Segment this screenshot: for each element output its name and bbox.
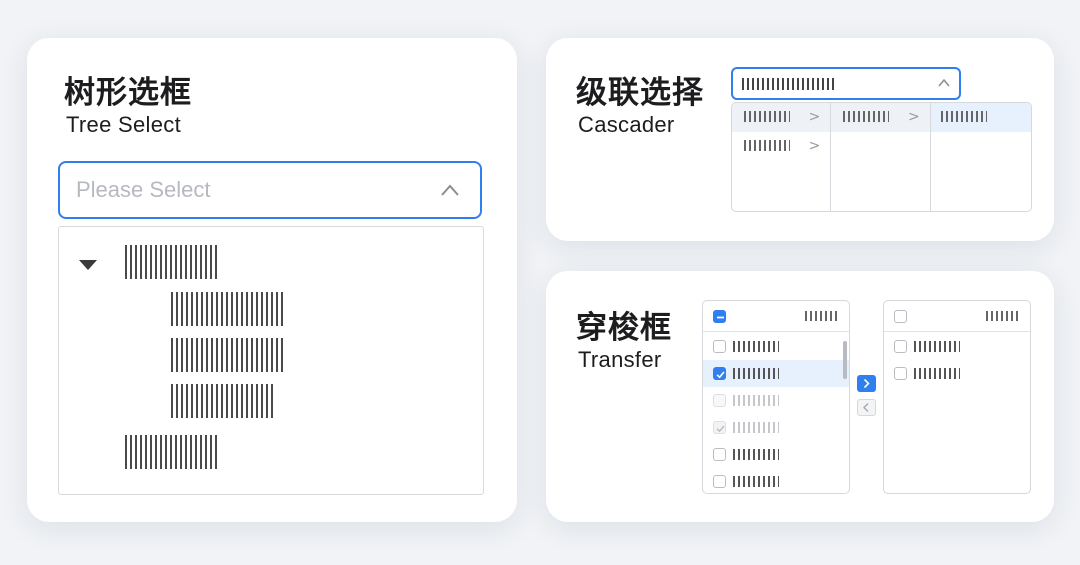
chevron-left-icon — [863, 403, 869, 412]
transfer-item-checked[interactable] — [703, 360, 849, 387]
cascader-option-label — [744, 140, 790, 151]
chevron-right-icon: > — [808, 138, 821, 154]
chevron-right-icon: > — [907, 109, 920, 125]
transfer-item-label — [733, 368, 779, 379]
transfer-source-panel — [702, 300, 850, 494]
transfer-item[interactable] — [884, 333, 1030, 360]
item-checkbox[interactable] — [894, 367, 907, 380]
transfer-item-label — [733, 341, 779, 352]
tree-node-child[interactable] — [171, 338, 284, 372]
cascader-option-selected[interactable] — [930, 103, 1031, 132]
cascader-column-1: > > — [732, 103, 832, 211]
cascader-option-label — [940, 111, 987, 122]
tree-node-parent[interactable] — [125, 245, 218, 279]
chevron-right-icon: > — [808, 109, 821, 125]
cascader-option-label — [843, 111, 890, 122]
item-checkbox[interactable] — [894, 340, 907, 353]
move-left-button[interactable] — [857, 399, 876, 416]
cascader-title: 级联选择 — [576, 75, 704, 111]
tree-node-sibling[interactable] — [125, 435, 218, 469]
transfer-target-count — [986, 311, 1018, 321]
item-checkbox[interactable] — [713, 340, 726, 353]
tree-select-card: 树形选框 Tree Select Please Select — [27, 38, 517, 522]
transfer-item-label — [733, 449, 779, 460]
select-all-checkbox[interactable] — [713, 310, 726, 323]
item-checkbox — [713, 421, 726, 434]
transfer-item[interactable] — [884, 360, 1030, 387]
transfer-item-label — [733, 395, 779, 406]
cascader-option[interactable]: > — [732, 132, 830, 161]
item-checkbox[interactable] — [713, 367, 726, 380]
cascader-option[interactable]: > — [732, 103, 831, 132]
cascader-option[interactable]: > — [831, 103, 930, 132]
tree-select-title: 树形选框 — [64, 75, 192, 111]
scrollbar[interactable] — [843, 341, 847, 379]
cascader-column-3 — [930, 103, 1031, 211]
cascader-column-2: > — [831, 103, 931, 211]
tree-dropdown — [58, 226, 484, 495]
transfer-target-panel — [883, 300, 1031, 494]
tree-select-input[interactable]: Please Select — [58, 161, 482, 219]
check-icon — [716, 425, 725, 433]
cascader-value — [742, 78, 836, 90]
transfer-source-header — [703, 301, 849, 332]
tree-select-placeholder: Please Select — [76, 177, 211, 202]
item-checkbox[interactable] — [713, 448, 726, 461]
cascader-subtitle: Cascader — [578, 112, 675, 137]
transfer-title: 穿梭框 — [576, 310, 672, 346]
tree-select-subtitle: Tree Select — [66, 112, 181, 137]
transfer-item[interactable] — [703, 441, 849, 468]
transfer-item-disabled — [703, 414, 849, 441]
transfer-source-count — [805, 311, 837, 321]
transfer-item-label — [733, 422, 779, 433]
tree-node-child[interactable] — [171, 292, 284, 326]
item-checkbox — [713, 394, 726, 407]
transfer-target-header — [884, 301, 1030, 332]
transfer-item-label — [914, 368, 960, 379]
transfer-item-label — [914, 341, 960, 352]
transfer-subtitle: Transfer — [578, 347, 662, 372]
minus-icon — [717, 316, 724, 319]
cascader-option-label — [744, 111, 790, 122]
transfer-item-label — [733, 476, 779, 487]
item-checkbox[interactable] — [713, 475, 726, 488]
caret-down-icon[interactable] — [79, 260, 97, 270]
chevron-up-icon[interactable] — [937, 76, 951, 90]
chevron-up-icon[interactable] — [440, 181, 460, 201]
chevron-right-icon — [863, 378, 870, 389]
move-right-button[interactable] — [857, 375, 876, 392]
cascader-input[interactable] — [731, 67, 961, 100]
transfer-card: 穿梭框 Transfer — [546, 271, 1054, 522]
check-icon — [716, 371, 725, 379]
tree-node-child[interactable] — [171, 384, 276, 418]
cascader-card: 级联选择 Cascader > > > — [546, 38, 1054, 241]
transfer-item[interactable] — [703, 333, 849, 360]
transfer-item[interactable] — [703, 468, 849, 493]
transfer-item-disabled — [703, 387, 849, 414]
cascader-menu: > > > — [731, 102, 1032, 212]
select-all-checkbox[interactable] — [894, 310, 907, 323]
